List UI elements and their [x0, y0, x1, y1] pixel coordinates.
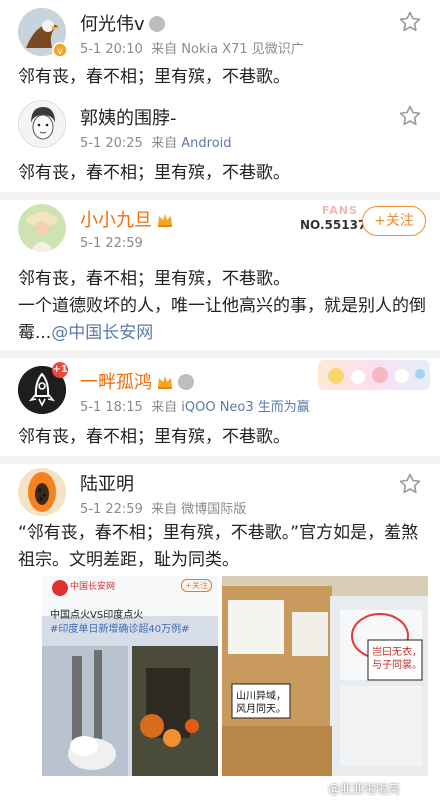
favorite-star-icon[interactable]	[398, 472, 422, 496]
sketch-portrait-avatar-icon	[19, 101, 65, 147]
level-badge-icon	[148, 16, 165, 32]
post-divider	[0, 192, 440, 200]
post-time: 5-1 18:15	[80, 400, 143, 415]
vip-crown-icon	[158, 376, 172, 389]
post-time: 5-1 22:59	[80, 236, 143, 251]
sign1-line1: 山川异域，	[236, 691, 286, 702]
post-time: 5-1 20:25	[80, 136, 143, 151]
papaya-avatar-icon	[18, 468, 66, 516]
favorite-star-icon[interactable]	[398, 10, 422, 34]
post-text: 邻有丧，春不相；里有殡，不巷歌。	[18, 163, 290, 183]
source-prefix: 来自	[151, 42, 178, 57]
post-image-right[interactable]: 山川异域， 风月同天。 岂曰无衣， 与子同裳。	[222, 576, 428, 776]
favorite-star-icon[interactable]	[398, 104, 422, 128]
post-meta: 5-1 22:59 来自 微博国际版	[80, 498, 246, 517]
source-device[interactable]: Android	[181, 136, 231, 151]
sign1-line2: 风月同天。	[236, 704, 286, 715]
girl-hat-avatar-icon	[18, 204, 66, 252]
news-headline: 中国点火VS印度点火	[50, 610, 144, 621]
source-prefix: 来自	[151, 400, 178, 415]
post-text: 邻有丧，春不相；里有殡，不巷歌。	[18, 427, 290, 447]
news-hashtag: #印度单日新增确诊超40万例#	[50, 624, 190, 635]
notification-badge: +1	[52, 362, 68, 378]
post-meta: 5-1 18:15 来自 iQOO Neo3 生而为赢	[80, 396, 310, 415]
post-text-line2: 一个道德败坏的人，唯一让他高兴的事，就是别人的倒霉...@中国长安网	[18, 293, 426, 347]
username[interactable]: 陆亚明	[80, 470, 134, 496]
sign-mountains-rivers: 山川异域， 风月同天。	[236, 690, 286, 716]
post-text: 邻有丧，春不相；里有殡，不巷歌。 一个道德败坏的人，唯一让他高兴的事，就是别人的…	[18, 266, 426, 347]
post-2: 郭姨的围脖- 5-1 20:25 来自 Android 邻有丧，春不相；里有殡，…	[0, 92, 440, 192]
post-meta: 5-1 20:10 来自 Nokia X71 见微识广	[80, 38, 304, 57]
post-image-left[interactable]: 中国长安网 +关注 中国点火VS印度点火 #印度单日新增确诊超40万例#	[42, 576, 218, 776]
fans-label: FANS	[322, 204, 358, 217]
svg-text:v: v	[57, 46, 63, 57]
username[interactable]: 郭姨的围脖-	[80, 104, 177, 130]
username[interactable]: 何光伟v	[80, 10, 165, 36]
avatar[interactable]	[18, 468, 66, 516]
post-5: 陆亚明 5-1 22:59 来自 微博国际版 “邻有丧，春不相；里有殡，不巷歌。…	[0, 464, 440, 800]
donation-boxes-image	[222, 576, 428, 776]
username[interactable]: 一畔孤鸿	[80, 368, 194, 394]
source-device: Nokia X71 见微识广	[181, 42, 304, 57]
post-4: +1 一畔孤鸿 5-1 18:15 来自 iQOO Neo3 生而为赢 邻有丧，…	[0, 358, 440, 456]
post-3: 小小九旦 5-1 22:59 FANS NO.551370 +关注 邻有丧，春不…	[0, 200, 440, 350]
post-time: 5-1 20:10	[80, 42, 143, 57]
fans-card: FANS NO.551370	[300, 204, 375, 238]
source-device[interactable]: iQOO Neo3 生而为赢	[181, 400, 310, 415]
post-text-line1: 邻有丧，春不相；里有殡，不巷歌。	[18, 269, 290, 289]
username[interactable]: 小小九旦	[80, 206, 174, 232]
username-text[interactable]: 何光伟v	[80, 14, 145, 35]
source-device: 微博国际版	[181, 502, 247, 517]
avatar[interactable]	[18, 204, 66, 252]
weibo-comment-feed: v 何光伟v 5-1 20:10 来自 Nokia X71 见微识广 邻有丧，春…	[0, 0, 440, 800]
vip-crown-icon	[158, 214, 172, 227]
cartoon-decoration-icon	[328, 367, 425, 384]
source-prefix: 来自	[151, 136, 178, 151]
sign-shared-clothes: 岂曰无衣， 与子同裳。	[372, 646, 422, 672]
card-decoration	[318, 360, 430, 390]
post-time: 5-1 22:59	[80, 502, 143, 517]
news-follow-label: +关注	[181, 579, 212, 592]
username-text[interactable]: 小小九旦	[80, 210, 152, 231]
follow-button[interactable]: +关注	[362, 206, 426, 236]
level-badge-icon	[178, 374, 194, 390]
source-prefix: 来自	[151, 502, 178, 517]
sign2-line2: 与子同裳。	[372, 660, 422, 671]
post-meta: 5-1 20:25 来自 Android	[80, 132, 232, 151]
avatar[interactable]	[18, 100, 66, 148]
post-text: “邻有丧，春不相；里有殡，不巷歌。”官方如是，羞煞祖宗。文明差距，耻为同类。	[18, 523, 419, 570]
mention-link[interactable]: @中国长安网	[51, 323, 153, 343]
post-text: 邻有丧，春不相；里有殡，不巷歌。	[18, 67, 290, 87]
verified-icon: v	[52, 42, 68, 58]
news-account-name: 中国长安网	[70, 582, 116, 592]
post-divider	[0, 456, 440, 464]
post-divider	[0, 350, 440, 358]
sign2-line1: 岂曰无衣，	[372, 647, 422, 658]
post-1: v 何光伟v 5-1 20:10 来自 Nokia X71 见微识广 邻有丧，春…	[0, 0, 440, 92]
watermark: @亚亚啦啦亮	[328, 782, 401, 796]
username-text[interactable]: 一畔孤鸿	[80, 372, 152, 393]
